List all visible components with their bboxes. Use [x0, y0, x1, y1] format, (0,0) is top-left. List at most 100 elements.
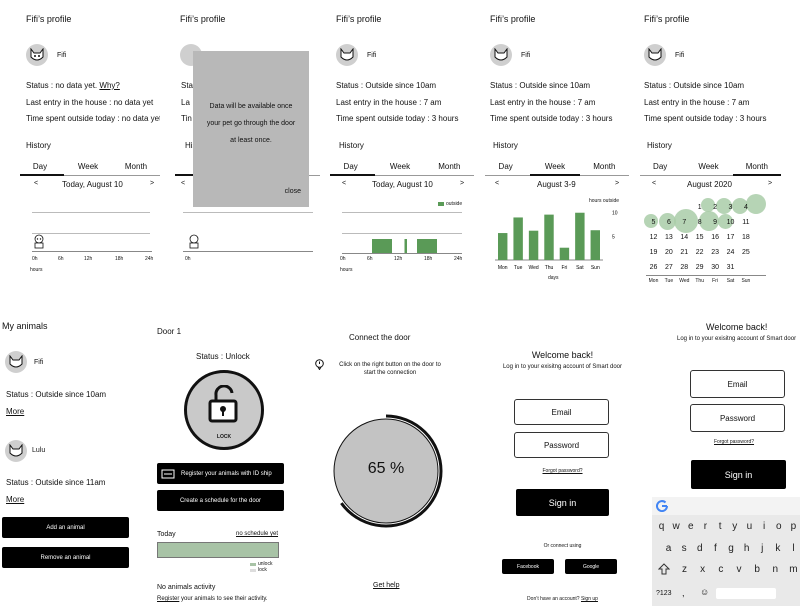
- tab-day[interactable]: Day: [20, 159, 64, 176]
- key-p[interactable]: p: [787, 521, 800, 532]
- password-field[interactable]: Password: [690, 404, 785, 432]
- modal-close-button[interactable]: close: [285, 188, 301, 195]
- calendar-day[interactable]: 7: [677, 219, 692, 226]
- create-schedule-button[interactable]: Create a schedule for the door: [157, 490, 284, 511]
- register-chip-button[interactable]: Register your animals with ID ship: [157, 463, 284, 484]
- key-j[interactable]: j: [756, 543, 769, 554]
- prev-arrow[interactable]: <: [181, 180, 185, 187]
- key-n[interactable]: n: [769, 564, 782, 575]
- prev-arrow[interactable]: <: [652, 180, 656, 187]
- key-m[interactable]: m: [787, 564, 800, 575]
- shift-key[interactable]: [656, 561, 672, 577]
- calendar-day[interactable]: 12: [646, 234, 661, 241]
- tab-week[interactable]: Week: [375, 159, 424, 175]
- key-t[interactable]: t: [714, 521, 727, 532]
- calendar-day[interactable]: 14: [677, 234, 692, 241]
- calendar-day[interactable]: 19: [646, 249, 661, 256]
- tab-week[interactable]: Week: [530, 159, 580, 176]
- calendar-day[interactable]: 27: [661, 264, 676, 271]
- sign-in-button[interactable]: Sign in: [691, 460, 786, 489]
- tab-day[interactable]: Day: [640, 159, 684, 175]
- calendar-day[interactable]: 2: [708, 204, 723, 211]
- no-schedule-link[interactable]: no schedule yet: [236, 531, 278, 537]
- calendar-day[interactable]: 26: [646, 264, 661, 271]
- tab-month[interactable]: Month: [425, 159, 474, 175]
- emoji-key[interactable]: ☺: [700, 587, 709, 597]
- key-f[interactable]: f: [709, 543, 722, 554]
- tab-week[interactable]: Week: [64, 159, 112, 175]
- calendar-day[interactable]: 3: [723, 204, 738, 211]
- password-field[interactable]: Password: [514, 432, 609, 458]
- key-b[interactable]: b: [751, 564, 764, 575]
- key-o[interactable]: o: [772, 521, 785, 532]
- register-link[interactable]: Register: [157, 596, 179, 602]
- key-c[interactable]: c: [714, 564, 727, 575]
- key-q[interactable]: q: [655, 521, 668, 532]
- key-w[interactable]: w: [670, 521, 683, 532]
- calendar-day[interactable]: 9: [708, 219, 723, 226]
- calendar-day[interactable]: 10: [723, 219, 738, 226]
- calendar-day[interactable]: 5: [646, 219, 661, 226]
- key-d[interactable]: d: [693, 543, 706, 554]
- comma-key[interactable]: ,: [682, 588, 685, 598]
- calendar-day[interactable]: 4: [738, 204, 753, 211]
- next-arrow[interactable]: >: [615, 180, 619, 187]
- google-icon[interactable]: [656, 500, 668, 512]
- calendar-day[interactable]: 20: [661, 249, 676, 256]
- calendar-day[interactable]: 1: [692, 204, 707, 211]
- calendar-day[interactable]: 25: [738, 249, 753, 256]
- calendar-day[interactable]: 28: [677, 264, 692, 271]
- calendar-day[interactable]: 23: [708, 249, 723, 256]
- key-r[interactable]: r: [699, 521, 712, 532]
- prev-arrow[interactable]: <: [495, 180, 499, 187]
- key-z[interactable]: z: [678, 564, 691, 575]
- calendar-day[interactable]: 31: [723, 264, 738, 271]
- key-h[interactable]: h: [740, 543, 753, 554]
- key-e[interactable]: e: [684, 521, 697, 532]
- key-u[interactable]: u: [743, 521, 756, 532]
- why-link[interactable]: Why?: [99, 81, 119, 90]
- tab-day[interactable]: Day: [330, 159, 376, 176]
- calendar-day[interactable]: 29: [692, 264, 707, 271]
- calendar-day[interactable]: 11: [738, 219, 753, 226]
- calendar-day[interactable]: 24: [723, 249, 738, 256]
- add-animal-button[interactable]: Add an animal: [2, 517, 129, 538]
- tab-month[interactable]: Month: [112, 159, 160, 175]
- forgot-password-link[interactable]: Forgot password?: [490, 468, 635, 474]
- calendar-day[interactable]: 18: [738, 234, 753, 241]
- calendar-day[interactable]: 15: [692, 234, 707, 241]
- facebook-button[interactable]: Facebook: [502, 559, 554, 574]
- key-x[interactable]: x: [696, 564, 709, 575]
- email-field[interactable]: Email: [514, 399, 609, 425]
- next-arrow[interactable]: >: [768, 180, 772, 187]
- key-a[interactable]: a: [662, 543, 675, 554]
- more-link[interactable]: More: [6, 495, 24, 504]
- lock-button[interactable]: LOCK: [184, 370, 264, 450]
- symbols-key[interactable]: ?123: [656, 590, 672, 597]
- calendar-day[interactable]: 6: [661, 219, 676, 226]
- prev-arrow[interactable]: <: [34, 180, 38, 187]
- tab-week[interactable]: Week: [684, 159, 732, 175]
- calendar-day[interactable]: 22: [692, 249, 707, 256]
- calendar-day[interactable]: 13: [661, 234, 676, 241]
- calendar-day[interactable]: 17: [723, 234, 738, 241]
- calendar-day[interactable]: 21: [677, 249, 692, 256]
- google-button[interactable]: Google: [565, 559, 617, 574]
- calendar-day[interactable]: 30: [708, 264, 723, 271]
- tab-day[interactable]: Day: [485, 159, 530, 175]
- remove-animal-button[interactable]: Remove an animal: [2, 547, 129, 568]
- key-g[interactable]: g: [725, 543, 738, 554]
- key-s[interactable]: s: [678, 543, 691, 554]
- sign-in-button[interactable]: Sign in: [516, 489, 609, 516]
- tab-month[interactable]: Month: [732, 159, 782, 176]
- sign-up-link[interactable]: Sign up: [581, 596, 598, 602]
- calendar-day[interactable]: 8: [692, 219, 707, 226]
- space-key[interactable]: [716, 588, 776, 599]
- key-i[interactable]: i: [758, 521, 771, 532]
- forgot-password-link[interactable]: Forgot password?: [714, 439, 754, 445]
- key-y[interactable]: y: [728, 521, 741, 532]
- key-k[interactable]: k: [771, 543, 784, 554]
- tab-month[interactable]: Month: [580, 159, 629, 175]
- email-field[interactable]: Email: [690, 370, 785, 398]
- more-link[interactable]: More: [6, 407, 24, 416]
